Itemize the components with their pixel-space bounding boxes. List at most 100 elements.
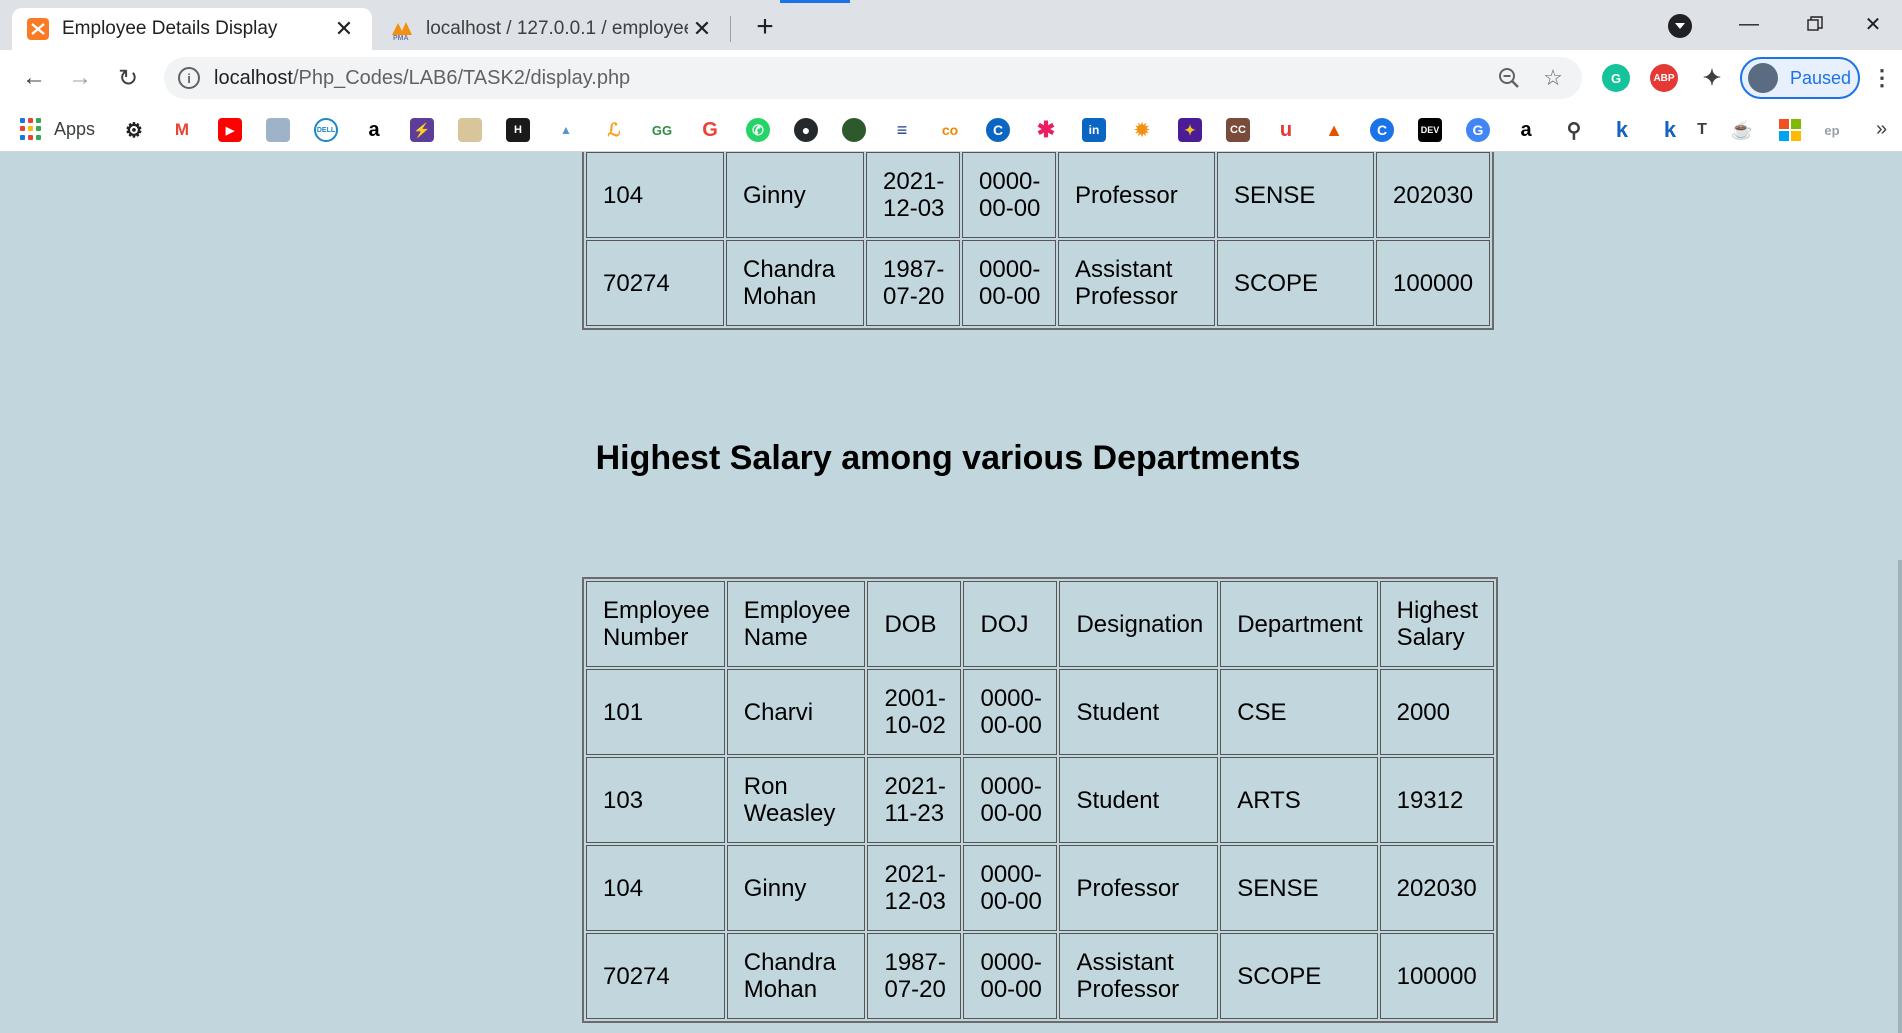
employee-name: Ginny <box>726 152 864 238</box>
page-content: 104 Ginny 2021-12-03 0000-00-00 Professo… <box>0 152 1902 1033</box>
java-icon[interactable]: ☕ <box>1730 118 1754 142</box>
bookmark-icon[interactable]: T <box>1690 118 1714 142</box>
whatsapp-icon[interactable]: ✆ <box>746 118 770 142</box>
scrollbar-thumb[interactable] <box>1898 560 1902 1033</box>
employee-dob: 2021-12-03 <box>866 152 960 238</box>
table-row: 70274 Chandra Mohan 1987-07-20 0000-00-0… <box>586 933 1494 1019</box>
profile-button[interactable]: Paused <box>1740 57 1860 99</box>
reload-icon[interactable]: ↻ <box>110 60 146 96</box>
employee-department: CSE <box>1220 669 1378 755</box>
bookmark-icon[interactable]: ▲ <box>554 118 578 142</box>
employee-designation: Student <box>1059 757 1219 843</box>
bookmark-icon[interactable]: ✱ <box>1034 118 1058 142</box>
tab-title: Employee Details Display <box>62 18 278 39</box>
bookmark-icon[interactable]: ✦ <box>1178 118 1202 142</box>
svg-text:PMA: PMA <box>393 35 409 41</box>
dev-icon[interactable]: DEV <box>1418 118 1442 142</box>
employee-dob: 1987-07-20 <box>866 240 960 326</box>
new-tab-icon[interactable]: + <box>748 10 782 44</box>
bookmark-icon[interactable]: CC <box>1226 118 1250 142</box>
leetcode-icon[interactable]: ℒ <box>602 118 626 142</box>
column-header: DOJ <box>963 581 1058 667</box>
employee-doj: 0000-00-00 <box>962 240 1056 326</box>
adblock-icon[interactable]: ABP <box>1650 64 1678 92</box>
bookmark-star-icon[interactable]: ☆ <box>1538 63 1568 93</box>
tab-search-icon[interactable] <box>1668 14 1692 38</box>
tab-employee-details[interactable]: Employee Details Display ✕ <box>12 8 372 50</box>
geeksforgeeks-icon[interactable]: GG <box>650 118 674 142</box>
github-icon[interactable]: ● <box>794 118 818 142</box>
back-icon[interactable]: ← <box>16 60 52 96</box>
grammarly-icon[interactable]: G <box>1602 64 1630 92</box>
url-text[interactable]: localhost/Php_Codes/LAB6/TASK2/display.p… <box>214 67 1494 90</box>
employee-designation: Assistant Professor <box>1058 240 1215 326</box>
bookmark-icon[interactable]: ≡ <box>890 118 914 142</box>
udemy-icon[interactable]: u <box>1274 118 1298 142</box>
column-header: Employee Number <box>586 581 725 667</box>
close-tab-icon[interactable]: ✕ <box>330 15 358 43</box>
search-icon[interactable]: ⚲ <box>1562 118 1586 142</box>
apps-shortcut[interactable]: Apps <box>20 116 95 142</box>
microsoft-icon[interactable] <box>1778 118 1802 142</box>
restore-icon[interactable] <box>1786 6 1844 42</box>
google-icon[interactable]: G <box>698 118 722 142</box>
employee-department: SENSE <box>1217 152 1374 238</box>
employee-name: Ron Weasley <box>726 757 866 843</box>
highest-salary-table: Employee Number Employee Name DOB DOJ De… <box>582 577 1498 1023</box>
close-window-icon[interactable]: ✕ <box>1844 6 1902 42</box>
employee-department: SCOPE <box>1217 240 1374 326</box>
bookmark-icon[interactable]: C <box>1370 118 1394 142</box>
employee-designation: Professor <box>1059 845 1219 931</box>
employee-doj: 0000-00-00 <box>963 669 1058 755</box>
bookmark-icon[interactable] <box>458 118 482 142</box>
phpmyadmin-icon: PMA <box>392 22 412 41</box>
employee-table: 104 Ginny 2021-12-03 0000-00-00 Professo… <box>582 152 1494 330</box>
bookmark-icon[interactable]: ✹ <box>1130 118 1154 142</box>
employee-department: SCOPE <box>1220 933 1378 1019</box>
apps-label: Apps <box>54 118 96 139</box>
amazon-icon[interactable]: a <box>362 118 386 142</box>
apps-grid-icon <box>20 118 42 140</box>
tab-strip: Employee Details Display ✕ PMA localhost… <box>0 0 1902 50</box>
page-title: Highest Salary among various Departments <box>595 439 1301 477</box>
employee-doj: 0000-00-00 <box>962 152 1056 238</box>
dell-icon[interactable]: DELL <box>314 118 338 142</box>
lightning-icon[interactable]: ⚡ <box>410 118 434 142</box>
employee-number: 70274 <box>586 240 724 326</box>
address-bar[interactable]: i localhost/Php_Codes/LAB6/TASK2/display… <box>164 57 1582 99</box>
bookmark-icon[interactable] <box>842 118 866 142</box>
bookmark-icon[interactable]: ep <box>1820 118 1844 142</box>
extensions-puzzle-icon[interactable]: ✦ <box>1698 64 1726 92</box>
table-row: 104 Ginny 2021-12-03 0000-00-00 Professo… <box>586 845 1494 931</box>
tab-phpmyadmin[interactable]: PMA localhost / 127.0.0.1 / employeed ✕ <box>376 8 730 50</box>
bookmark-icon[interactable] <box>266 118 290 142</box>
gmail-icon[interactable]: M <box>170 118 194 142</box>
bookmark-icon[interactable]: k <box>1610 118 1634 142</box>
bookmark-icon[interactable]: co <box>938 118 962 142</box>
url-host: localhost <box>214 66 293 89</box>
minimize-icon[interactable]: — <box>1720 6 1778 42</box>
linkedin-icon[interactable]: in <box>1082 118 1106 142</box>
table-row: 104 Ginny 2021-12-03 0000-00-00 Professo… <box>586 152 1490 238</box>
employee-doj: 0000-00-00 <box>963 845 1058 931</box>
scrollbar[interactable] <box>1896 152 1902 1033</box>
menu-dots-icon[interactable]: ⋮ <box>1870 62 1894 94</box>
bookmark-icon[interactable]: C <box>986 118 1010 142</box>
forward-icon[interactable]: → <box>62 60 98 96</box>
employee-salary: 100000 <box>1379 933 1494 1019</box>
more-bookmarks-icon[interactable]: » <box>1876 118 1887 141</box>
hackerearth-icon[interactable]: H <box>506 118 530 142</box>
bookmark-icon[interactable]: k <box>1658 118 1682 142</box>
zoom-icon[interactable] <box>1494 63 1524 93</box>
close-tab-icon[interactable]: ✕ <box>688 15 716 43</box>
settings-gear-icon[interactable]: ⚙ <box>122 118 146 142</box>
youtube-icon[interactable]: ▶ <box>218 118 242 142</box>
site-info-icon[interactable]: i <box>178 67 200 89</box>
employee-name: Chandra Mohan <box>726 933 866 1019</box>
employee-designation: Student <box>1059 669 1219 755</box>
amazon-icon[interactable]: a <box>1514 118 1538 142</box>
bookmarks-bar: Apps ⚙ M ▶ DELL a ⚡ H ▲ ℒ GG G ✆ ● ≡ co … <box>0 106 1902 152</box>
employee-name: Chandra Mohan <box>726 240 864 326</box>
bookmark-icon[interactable]: G <box>1466 118 1490 142</box>
bookmark-icon[interactable]: ▲ <box>1322 118 1346 142</box>
